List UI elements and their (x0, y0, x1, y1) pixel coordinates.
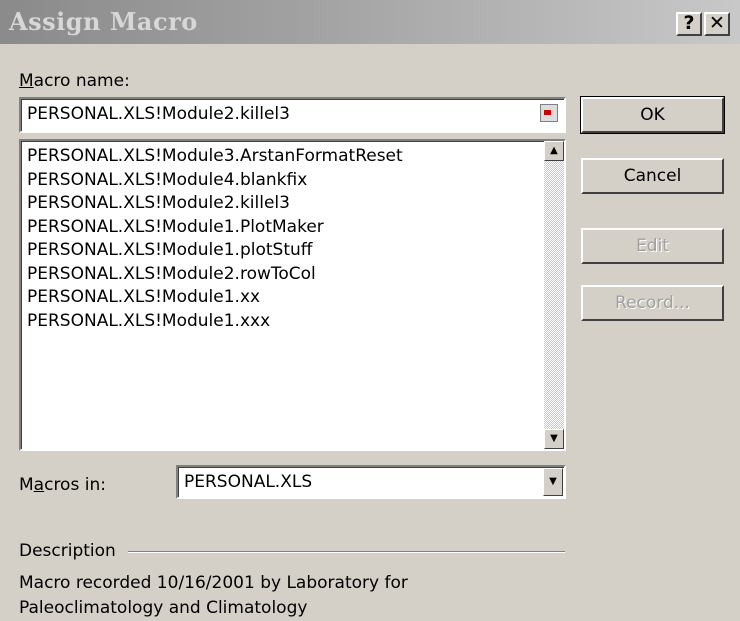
chevron-down-icon[interactable]: ▼ (543, 468, 563, 496)
edit-button[interactable]: Edit (581, 228, 724, 264)
macro-list[interactable]: PERSONAL.XLS!Module3.ArstanFormatReset PE… (19, 139, 566, 451)
ok-button[interactable]: OK (580, 96, 725, 134)
help-icon: ? (683, 12, 695, 34)
window-title: Assign Macro (9, 7, 198, 36)
macro-name-label: Macro name: (19, 71, 130, 91)
description-text: Macro recorded 10/16/2001 by Laboratory … (19, 573, 408, 618)
close-button[interactable]: ✕ (704, 12, 730, 36)
description-divider (128, 551, 565, 553)
cancel-button[interactable]: Cancel (581, 158, 724, 194)
collapse-dialog-icon[interactable] (540, 104, 558, 122)
record-button[interactable]: Record... (581, 285, 724, 321)
macro-list-scrollbar[interactable]: ▲ ▼ (544, 141, 564, 449)
macro-list-item[interactable]: PERSONAL.XLS!Module1.PlotMaker (27, 216, 324, 238)
description-label: Description (19, 541, 116, 561)
help-button[interactable]: ? (676, 12, 702, 36)
macro-list-item[interactable]: PERSONAL.XLS!Module3.ArstanFormatReset (27, 145, 403, 167)
macro-name-input[interactable]: PERSONAL.XLS!Module2.killel3 (19, 97, 566, 133)
scroll-down-arrow-icon[interactable]: ▼ (544, 429, 564, 449)
macros-in-value: PERSONAL.XLS (184, 472, 313, 492)
scroll-up-arrow-icon[interactable]: ▲ (544, 141, 564, 161)
macro-list-item[interactable]: PERSONAL.XLS!Module2.killel3 (27, 192, 290, 214)
macro-list-item[interactable]: PERSONAL.XLS!Module1.xxx (27, 310, 270, 332)
macro-list-item[interactable]: PERSONAL.XLS!Module1.plotStuff (27, 239, 312, 261)
macro-list-item[interactable]: PERSONAL.XLS!Module4.blankfix (27, 169, 307, 191)
macro-list-item[interactable]: PERSONAL.XLS!Module2.rowToCol (27, 263, 316, 285)
close-icon: ✕ (709, 12, 725, 34)
macros-in-label: Macros in: (19, 475, 106, 495)
macro-name-value: PERSONAL.XLS!Module2.killel3 (27, 104, 290, 124)
macros-in-dropdown[interactable]: PERSONAL.XLS ▼ (176, 465, 566, 499)
macro-list-item[interactable]: PERSONAL.XLS!Module1.xx (27, 286, 260, 308)
title-bar[interactable]: Assign Macro ? ✕ (0, 0, 740, 44)
